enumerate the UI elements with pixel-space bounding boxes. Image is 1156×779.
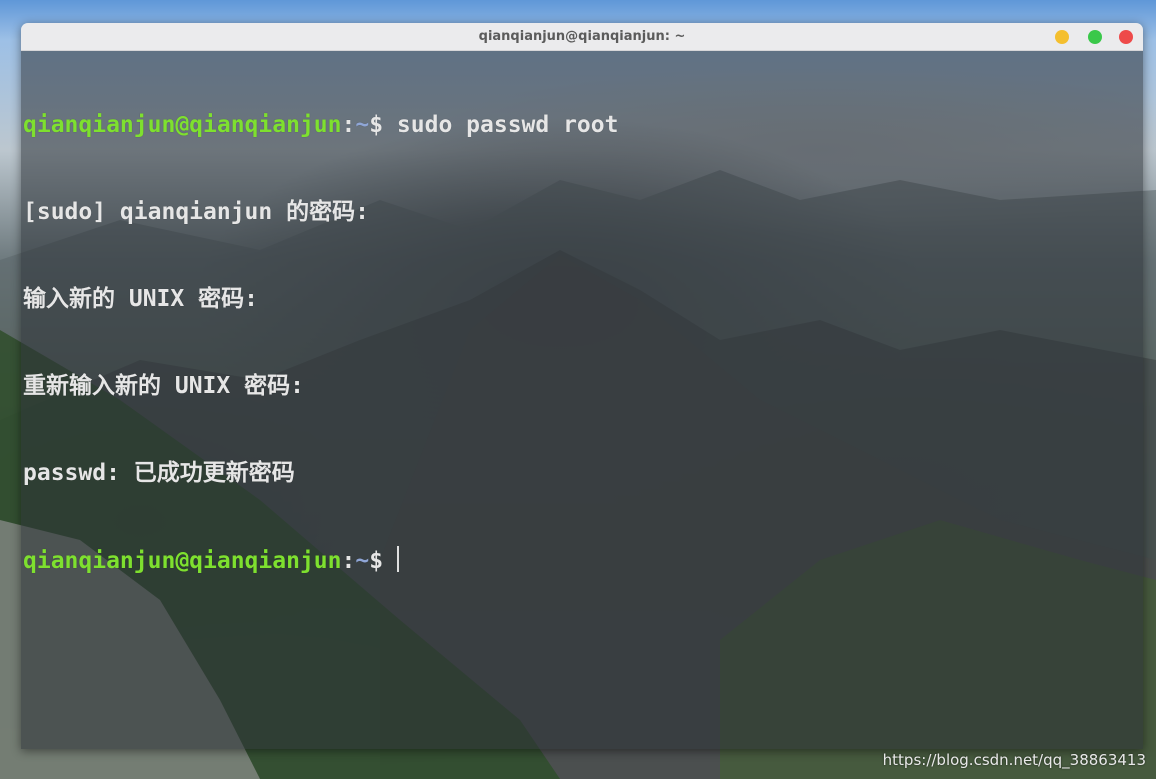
watermark: https://blog.csdn.net/qq_38863413 (882, 751, 1146, 769)
terminal-line: qianqianjun@qianqianjun:~$ (23, 546, 618, 575)
prompt-colon: : (341, 548, 356, 574)
prompt-path: ~ (355, 112, 370, 138)
prompt-symbol: $ (369, 548, 384, 574)
terminal-content[interactable]: qianqianjun@qianqianjun:~$ sudo passwd r… (21, 51, 1143, 749)
command-text: sudo passwd root (396, 112, 619, 138)
terminal-window[interactable]: qianqianjun@qianqianjun: ~ qianqianjun@q… (21, 23, 1143, 749)
terminal-line: passwd: 已成功更新密码 (23, 460, 295, 486)
prompt-path: ~ (355, 548, 370, 574)
terminal-line: qianqianjun@qianqianjun:~$ sudo passwd r… (23, 111, 618, 140)
prompt-user: qianqianjun@qianqianjun (23, 548, 342, 574)
terminal-output: qianqianjun@qianqianjun:~$ sudo passwd r… (23, 53, 618, 633)
maximize-button[interactable] (1088, 30, 1102, 44)
title-bar[interactable]: qianqianjun@qianqianjun: ~ (21, 23, 1143, 51)
text-cursor (397, 546, 400, 572)
terminal-line: [sudo] qianqianjun 的密码: (23, 199, 369, 225)
window-title: qianqianjun@qianqianjun: ~ (478, 29, 686, 44)
close-button[interactable] (1119, 30, 1133, 44)
terminal-line: 重新输入新的 UNIX 密码: (23, 373, 304, 399)
prompt-colon: : (341, 112, 356, 138)
prompt-user: qianqianjun@qianqianjun (23, 112, 342, 138)
prompt-symbol: $ (369, 112, 397, 138)
terminal-line: 输入新的 UNIX 密码: (23, 286, 258, 312)
minimize-button[interactable] (1055, 30, 1069, 44)
